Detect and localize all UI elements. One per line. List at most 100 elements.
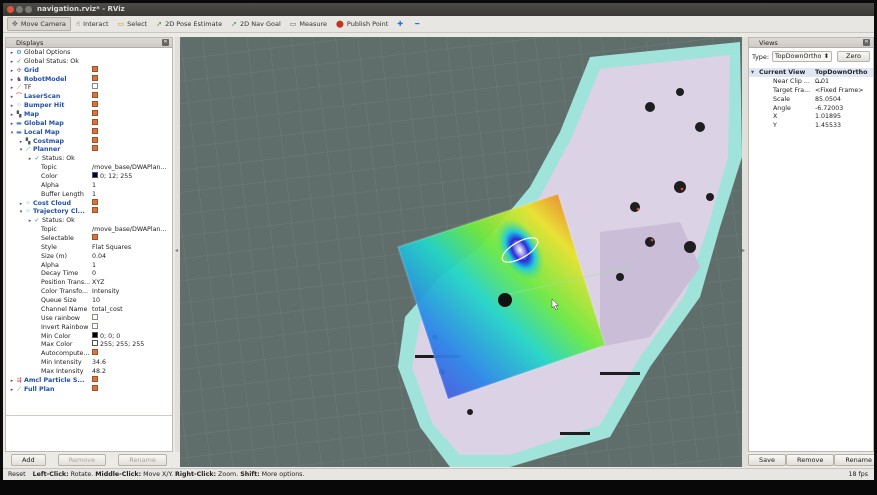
current-view-row[interactable]: ▾ Current View TopDownOrtho ... <box>749 68 873 85</box>
view-property-row[interactable]: Near Clip ... 0.01 <box>749 78 873 87</box>
display-tree-row[interactable]: ▸ ♞ RobotModel <box>6 74 172 85</box>
display-row-value[interactable] <box>92 145 98 155</box>
visibility-checkbox[interactable] <box>92 207 98 214</box>
display-tree-row[interactable]: ▸ ▬ Global Map <box>6 118 172 129</box>
display-row-value[interactable]: 0; 12; 255 <box>92 172 132 182</box>
toolbar-tool-2d-pose-estimate[interactable]: ➚ 2D Pose Estimate <box>152 17 226 31</box>
visibility-checkbox[interactable] <box>92 145 98 152</box>
display-tree-row[interactable]: ▸ ✓ Global Status: Ok <box>6 58 172 67</box>
add-display-button[interactable]: Add <box>11 454 46 466</box>
display-tree-row[interactable]: Channel Name total_cost <box>6 306 172 315</box>
display-tree-row[interactable]: Max Intensity 48.2 <box>6 368 172 377</box>
toolbar-tool-2d-nav-goal[interactable]: ➚ 2D Nav Goal <box>227 17 285 31</box>
display-tree-row[interactable]: ▾ ⁘ Trajectory Cl... <box>6 207 172 217</box>
window-close-icon[interactable] <box>7 6 14 13</box>
toolbar-tool-interact[interactable]: ☝ Interact <box>72 17 113 31</box>
visibility-checkbox[interactable] <box>92 101 98 108</box>
close-panel-icon[interactable]: ✕ <box>863 39 870 46</box>
display-tree-row[interactable]: Buffer Length 1 <box>6 191 172 200</box>
toolbar-tool-add-tool-plus[interactable]: ✚ <box>393 17 410 31</box>
rename-view-button[interactable]: Rename <box>834 454 874 466</box>
collapse-left-arrow-icon[interactable]: ◂ <box>175 247 178 254</box>
visibility-checkbox[interactable] <box>92 375 98 382</box>
display-tree-row[interactable]: Topic/move_base/DWAPlan... <box>6 164 172 173</box>
render-view-3d[interactable] <box>180 37 742 467</box>
display-tree-row[interactable]: ▸ ⁘ Bumper Hit <box>6 101 172 111</box>
display-tree-row[interactable]: Min Color 0; 0; 0 <box>6 331 172 342</box>
visibility-checkbox[interactable] <box>92 74 98 81</box>
view-property-value[interactable]: -6.72003 <box>815 105 843 114</box>
display-row-value[interactable]: 10 <box>92 297 100 306</box>
window-maximize-icon[interactable] <box>25 6 32 13</box>
close-panel-icon[interactable]: ✕ <box>162 39 169 46</box>
display-tree-row[interactable]: Color Transfo... Intensity <box>6 288 172 297</box>
display-row-value[interactable]: Intensity <box>92 288 119 297</box>
display-row-value[interactable]: 255; 255; 255 <box>92 340 144 350</box>
zero-button[interactable]: Zero <box>837 51 870 62</box>
display-row-value[interactable] <box>92 234 98 244</box>
display-tree-row[interactable]: ▾ ▬ Local Map <box>6 127 172 138</box>
view-property-row[interactable]: Angle -6.72003 <box>749 105 873 114</box>
map-render[interactable] <box>180 37 742 467</box>
view-property-value[interactable]: 0.01 <box>815 78 829 87</box>
visibility-checkbox[interactable] <box>92 313 98 320</box>
display-tree-row[interactable]: ▸ ✣ Grid <box>6 65 172 76</box>
display-tree-row[interactable]: ▸ ✓ Status: Ok <box>6 217 172 226</box>
visibility-checkbox[interactable] <box>92 322 98 329</box>
display-tree-row[interactable]: ▸ ⁘ Cost Cloud <box>6 198 172 209</box>
display-tree-row[interactable]: ▸ ⟋ TF <box>6 83 172 93</box>
color-swatch[interactable] <box>92 172 98 179</box>
view-property-value[interactable]: 85.0504 <box>815 96 841 105</box>
toolbar-tool-publish-point[interactable]: ⬤ Publish Point <box>332 17 392 31</box>
display-tree-row[interactable]: Use rainbow <box>6 313 172 324</box>
display-tree-row[interactable]: ▸ ⚙ Global Options <box>6 49 172 58</box>
color-swatch[interactable] <box>92 340 98 347</box>
visibility-checkbox[interactable] <box>92 118 98 125</box>
view-property-row[interactable]: Scale 85.0504 <box>749 96 873 105</box>
display-row-value[interactable]: 1 <box>92 262 96 271</box>
display-row-value[interactable]: XYZ <box>92 279 104 288</box>
display-tree-row[interactable]: Min Intensity 34.6 <box>6 359 172 368</box>
view-property-value[interactable]: 1.45533 <box>815 122 841 131</box>
view-property-row[interactable]: Target Fra... <Fixed Frame> <box>749 87 873 96</box>
reset-button[interactable]: Reset <box>8 471 26 478</box>
display-row-value[interactable] <box>92 207 98 217</box>
visibility-checkbox[interactable] <box>92 92 98 99</box>
rename-display-button[interactable]: Rename <box>118 454 167 466</box>
display-row-value[interactable]: /move_base/DWAPlan... <box>92 226 166 235</box>
display-tree-row[interactable]: Color 0; 12; 255 <box>6 172 172 182</box>
display-row-value[interactable]: 1 <box>92 182 96 191</box>
display-row-value[interactable]: 0.04 <box>92 253 106 262</box>
display-tree-row[interactable]: Alpha 1 <box>6 182 172 191</box>
toolbar-tool-remove-tool-minus[interactable]: ━ <box>411 17 426 31</box>
display-tree-row[interactable]: ▸ ⇶ Amcl Particle S... <box>6 375 172 386</box>
display-tree-row[interactable]: Autocompute... <box>6 349 172 359</box>
visibility-checkbox[interactable] <box>92 198 98 205</box>
display-tree-row[interactable]: ▸ ▚ Costmap <box>6 136 172 147</box>
display-tree-row[interactable]: Selectable <box>6 234 172 244</box>
collapse-right-arrow-icon[interactable]: ▸ <box>742 247 745 254</box>
display-tree-row[interactable]: Max Color 255; 255; 255 <box>6 340 172 350</box>
display-tree-row[interactable]: ▸ ⌒ LaserScan <box>6 92 172 102</box>
collapse-arrow-icon[interactable]: ▾ <box>751 68 754 77</box>
display-row-value[interactable]: Flat Squares <box>92 244 131 253</box>
display-tree-row[interactable]: ▸ ⟋ Full Plan <box>6 384 172 395</box>
toolbar-tool-select[interactable]: ▭ Select <box>114 17 152 31</box>
visibility-checkbox[interactable] <box>92 127 98 134</box>
display-tree-row[interactable]: Topic/move_base/DWAPlan... <box>6 226 172 235</box>
visibility-checkbox[interactable] <box>92 234 98 241</box>
display-row-value[interactable] <box>92 384 98 395</box>
view-property-row[interactable]: Y 1.45533 <box>749 122 873 131</box>
view-property-row[interactable]: X 1.01895 <box>749 113 873 122</box>
display-row-value[interactable]: /move_base/DWAPlan... <box>92 164 166 173</box>
remove-view-button[interactable]: Remove <box>785 454 835 466</box>
display-tree-row[interactable]: ▾ ⟋ Planner <box>6 145 172 155</box>
toolbar-tool-measure[interactable]: ▭ Measure <box>286 17 331 31</box>
display-row-value[interactable]: 34.6 <box>92 359 106 368</box>
remove-display-button[interactable]: Remove <box>57 454 107 466</box>
visibility-checkbox[interactable] <box>92 349 98 356</box>
view-type-select[interactable]: TopDownOrtho ⬍ <box>772 51 832 62</box>
display-tree-row[interactable]: Invert Rainbow <box>6 322 172 333</box>
save-view-button[interactable]: Save <box>748 454 786 466</box>
display-tree-row[interactable]: Decay Time 0 <box>6 270 172 279</box>
